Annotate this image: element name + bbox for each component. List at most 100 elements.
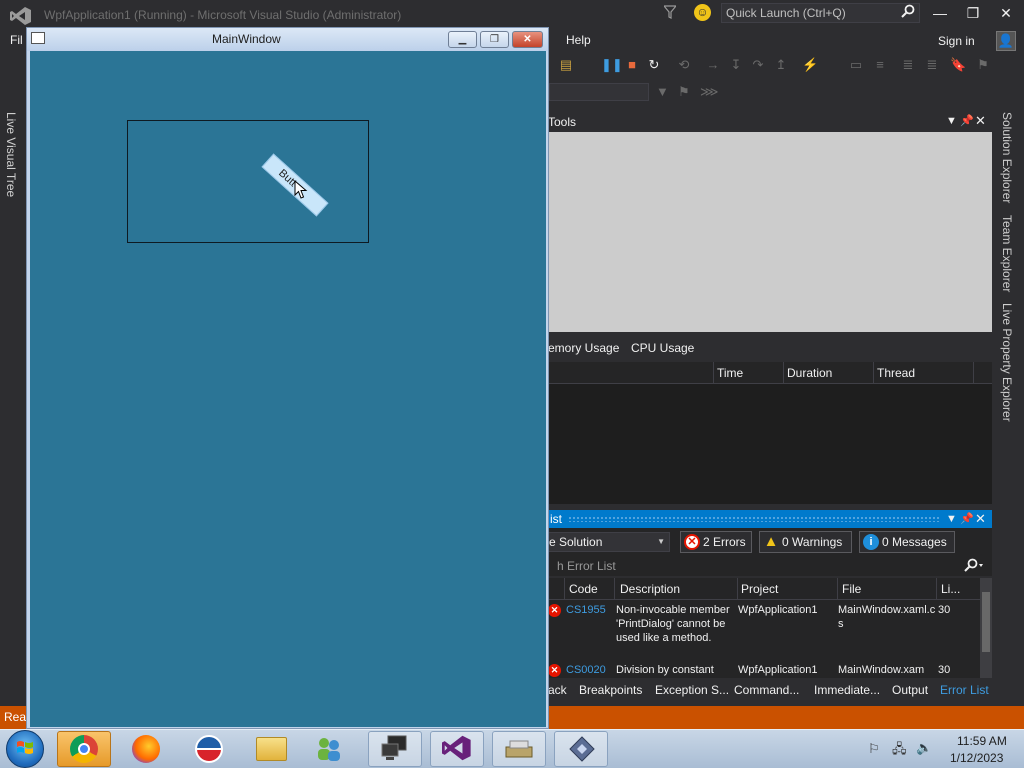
error-file: MainWindow.xam (838, 664, 925, 676)
flag-threads-icon[interactable]: ⚑ (678, 84, 690, 100)
column-time[interactable]: Time (717, 366, 743, 380)
show-threads-icon[interactable]: ⋙ (700, 84, 719, 100)
action-center-flag-icon[interactable]: ⚐ (868, 741, 880, 757)
explorer-folder-icon[interactable] (256, 737, 287, 761)
warnings-filter-button[interactable]: ▲ 0 Warnings (759, 531, 852, 553)
account-avatar-icon[interactable]: 👤 (996, 31, 1016, 51)
restore-icon[interactable]: ❐ (963, 5, 983, 22)
firefox-icon[interactable] (132, 735, 160, 763)
breakpoints-toggle-icon[interactable]: ⚡ (802, 57, 818, 73)
diagnostic-tools-title: Tools (548, 115, 577, 129)
error-icon: ✕ (684, 534, 700, 550)
filter-threads-icon[interactable]: ▼ (656, 84, 669, 99)
bookmark-next-icon[interactable]: ⚑ (975, 57, 991, 73)
column-code[interactable]: Code (569, 582, 598, 596)
diagnostic-graph-area (548, 132, 992, 332)
column-line[interactable]: Li... (941, 582, 960, 596)
column-description[interactable]: Description (620, 582, 680, 596)
maximize-button[interactable]: ❐ (480, 31, 509, 48)
messages-filter-button[interactable]: i 0 Messages (859, 531, 955, 553)
column-thread[interactable]: Thread (877, 366, 915, 380)
warnings-count: 0 Warnings (782, 535, 843, 549)
tab-breakpoints[interactable]: Breakpoints (579, 683, 642, 697)
minimize-button[interactable]: ▁ (448, 31, 477, 48)
tab-call-stack[interactable]: ack (548, 683, 567, 697)
uncomment-icon[interactable]: ≣ (924, 57, 940, 73)
stop-icon[interactable]: ■ (624, 57, 640, 72)
tab-cpu-usage[interactable]: CPU Usage (631, 341, 694, 355)
sign-in-link[interactable]: Sign in (938, 34, 975, 48)
step-over-icon[interactable]: → (705, 57, 721, 72)
mouse-pointer-icon (294, 179, 308, 203)
panel-dropdown-icon[interactable]: ▼ (946, 115, 957, 127)
remote-desktop-icon (380, 734, 410, 762)
tab-memory-usage[interactable]: emory Usage (548, 341, 619, 355)
clock-time[interactable]: 11:59 AM (957, 734, 1007, 748)
tab-immediate-window[interactable]: Immediate... (814, 683, 880, 697)
column-divider (783, 362, 784, 384)
scope-dropdown[interactable]: e Solution ▼ (548, 532, 670, 552)
column-file[interactable]: File (842, 582, 861, 596)
step-out-icon[interactable]: ↥ (773, 57, 789, 73)
windows-logo-icon (16, 739, 34, 757)
tab-error-list[interactable]: Error List (940, 683, 989, 697)
error-project: WpfApplication1 (738, 664, 818, 676)
pause-icon[interactable]: ❚❚ (601, 57, 623, 73)
layout-icon[interactable]: ▭ (848, 57, 864, 73)
indent-icon[interactable]: ≡ (872, 57, 888, 72)
search-icon[interactable] (964, 558, 984, 575)
scope-value: e Solution (549, 535, 603, 549)
panel-dropdown-icon[interactable]: ▼ (946, 513, 957, 525)
column-divider (614, 578, 615, 600)
notification-filter-icon[interactable] (662, 5, 678, 22)
solution-config-icon[interactable]: ▤ (558, 57, 574, 73)
panel-close-icon[interactable]: ✕ (975, 113, 986, 129)
tab-live-visual-tree[interactable]: Live Visual Tree (4, 112, 18, 197)
network-icon[interactable]: 🖧 (892, 740, 907, 762)
canvas-border-rectangle (127, 120, 369, 243)
pin-icon[interactable]: 📌 (960, 114, 974, 127)
restart-icon[interactable]: ↻ (646, 57, 662, 73)
clock-date[interactable]: 1/12/2023 (950, 751, 1003, 765)
menu-file[interactable]: Fil (10, 33, 23, 47)
step-into-icon[interactable]: ↧ (728, 57, 744, 73)
thread-dropdown[interactable] (549, 83, 649, 101)
title-grip (568, 516, 940, 522)
messages-count: 0 Messages (882, 535, 947, 549)
warning-icon: ▲ (763, 533, 779, 550)
obama-logo-icon[interactable] (195, 735, 223, 763)
minimize-icon[interactable]: — (930, 5, 950, 21)
search-icon[interactable] (901, 4, 915, 21)
users-icon[interactable] (314, 735, 344, 763)
menu-help[interactable]: Help (566, 33, 591, 47)
panel-close-icon[interactable]: ✕ (975, 511, 986, 527)
error-code-link[interactable]: CS1955 (566, 604, 606, 616)
tab-exception-settings[interactable]: Exception S... (655, 683, 729, 697)
feedback-smiley-icon[interactable]: ☺ (694, 4, 711, 21)
column-duration[interactable]: Duration (787, 366, 832, 380)
scrollbar-thumb[interactable] (982, 592, 990, 652)
pin-icon[interactable]: 📌 (960, 512, 974, 525)
error-list-search-input[interactable]: h Error List (548, 556, 992, 576)
quick-launch-input[interactable]: Quick Launch (Ctrl+Q) (721, 3, 920, 23)
errors-filter-button[interactable]: ✕ 2 Errors (680, 531, 752, 553)
volume-icon[interactable]: 🔈 (916, 740, 932, 756)
visual-studio-logo-icon (10, 6, 32, 26)
bookmark-icon[interactable]: 🔖 (950, 57, 966, 73)
close-icon[interactable]: ✕ (996, 5, 1016, 22)
column-project[interactable]: Project (741, 582, 778, 596)
tab-command-window[interactable]: Command... (734, 683, 799, 697)
window-app-icon[interactable] (31, 32, 45, 44)
tab-live-property-explorer[interactable]: Live Property Explorer (1000, 303, 1014, 422)
comment-icon[interactable]: ≣ (900, 57, 916, 73)
close-button[interactable]: ✕ (512, 31, 543, 48)
error-code-link[interactable]: CS0020 (566, 664, 606, 676)
tab-team-explorer[interactable]: Team Explorer (1000, 215, 1014, 292)
error-icon: ✕ (548, 604, 561, 617)
tab-solution-explorer[interactable]: Solution Explorer (1000, 112, 1014, 203)
show-next-statement-icon[interactable]: ⟲ (676, 57, 692, 73)
status-text: Rea (4, 710, 27, 724)
error-line: 30 (938, 664, 951, 676)
step-over-alt-icon[interactable]: ↷ (750, 57, 766, 73)
tab-output[interactable]: Output (892, 683, 928, 697)
